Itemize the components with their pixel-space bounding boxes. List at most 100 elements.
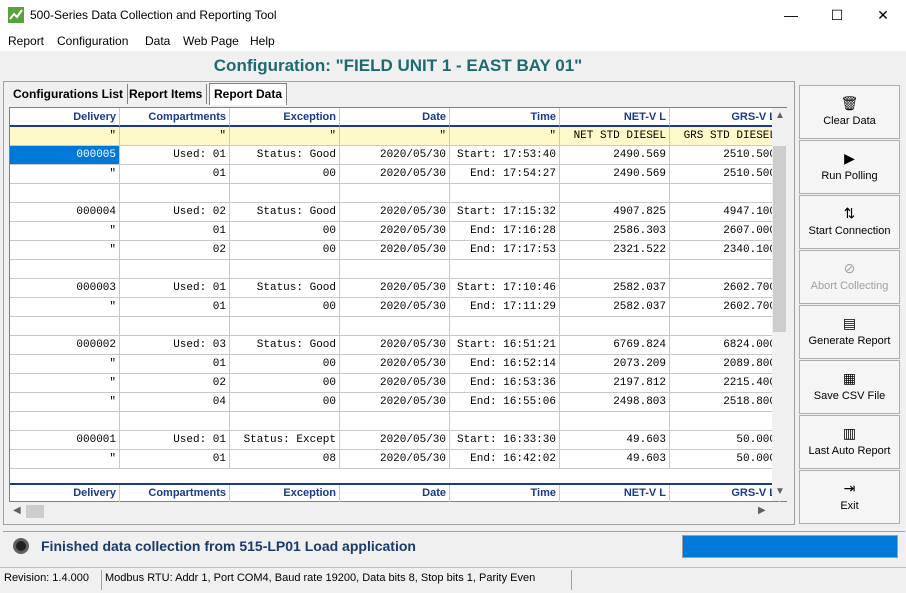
cell-compartments[interactable]: Used: 01 bbox=[120, 146, 230, 165]
cell-delivery[interactable]: 000002 bbox=[10, 336, 120, 355]
cell-exception[interactable]: 00 bbox=[230, 241, 340, 260]
cell-exception[interactable]: Status: Good bbox=[230, 336, 340, 355]
cell-time[interactable]: End: 17:11:29 bbox=[450, 298, 560, 317]
table-row[interactable]: 000003 Used: 01 Status: Good 2020/05/30 Star… bbox=[10, 279, 780, 298]
table-row[interactable] bbox=[10, 412, 780, 431]
tab-configurations-list[interactable]: Configurations List bbox=[9, 84, 128, 104]
cell-date[interactable]: 2020/05/30 bbox=[340, 336, 450, 355]
horizontal-scrollbar[interactable]: ◀ ▶ bbox=[9, 503, 772, 519]
cell-time[interactable]: Start: 16:33:30 bbox=[450, 431, 560, 450]
cell-exception[interactable]: 00 bbox=[230, 165, 340, 184]
maximize-button[interactable]: ☐ bbox=[814, 0, 860, 31]
cell-date[interactable] bbox=[340, 412, 450, 431]
cell-delivery[interactable]: " bbox=[10, 241, 120, 260]
cell-exception[interactable]: 00 bbox=[230, 222, 340, 241]
close-button[interactable]: ✕ bbox=[860, 0, 906, 31]
grid-subheader-row[interactable]: " " " " " NET STD DIESEL GRS STD DIESEL bbox=[10, 127, 780, 146]
cell-net-v[interactable] bbox=[560, 317, 670, 336]
scroll-down-icon[interactable]: ▼ bbox=[775, 486, 785, 497]
cell-compartments[interactable]: 02 bbox=[120, 374, 230, 393]
cell-exception[interactable] bbox=[230, 260, 340, 279]
horizontal-scroll-thumb[interactable] bbox=[26, 505, 44, 518]
cell-grs-v[interactable]: 2607.000 bbox=[670, 222, 780, 241]
cell-compartments[interactable]: Used: 01 bbox=[120, 279, 230, 298]
cell-date[interactable]: 2020/05/30 bbox=[340, 431, 450, 450]
cell-date[interactable]: 2020/05/30 bbox=[340, 393, 450, 412]
column-header-compartments[interactable]: Compartments bbox=[120, 108, 230, 127]
table-row[interactable] bbox=[10, 260, 780, 279]
cell-delivery[interactable]: " bbox=[10, 374, 120, 393]
cell-compartments[interactable]: 04 bbox=[120, 393, 230, 412]
grid-header-row[interactable]: Delivery Compartments Exception Date Time NET… bbox=[10, 108, 780, 127]
cell-net-v[interactable]: 2490.569 bbox=[560, 165, 670, 184]
scroll-left-icon[interactable]: ◀ bbox=[13, 505, 21, 516]
column-header-grs-v[interactable]: GRS-V L bbox=[670, 108, 780, 127]
cell-compartments[interactable]: Used: 01 bbox=[120, 431, 230, 450]
tab-report-data[interactable]: Report Data bbox=[209, 83, 288, 105]
table-row[interactable]: " 01 00 2020/05/30 End: 17:16:28 2586.303 2607… bbox=[10, 222, 780, 241]
cell-compartments[interactable]: 01 bbox=[120, 222, 230, 241]
cell-time[interactable]: End: 17:17:53 bbox=[450, 241, 560, 260]
menu-data[interactable]: Data bbox=[145, 34, 170, 48]
vertical-scroll-thumb[interactable] bbox=[773, 146, 786, 332]
cell-delivery[interactable]: " bbox=[10, 127, 120, 146]
cell-exception[interactable]: Status: Except bbox=[230, 431, 340, 450]
cell-grs-v[interactable]: 2518.800 bbox=[670, 393, 780, 412]
column-header-exception[interactable]: Exception bbox=[230, 108, 340, 127]
cell-exception[interactable]: 00 bbox=[230, 374, 340, 393]
clear-data-button[interactable]: 🗑 Clear Data bbox=[799, 85, 900, 139]
cell-delivery[interactable]: " bbox=[10, 165, 120, 184]
cell-exception[interactable] bbox=[230, 317, 340, 336]
generate-report-button[interactable]: ▤ Generate Report bbox=[799, 305, 900, 359]
cell-grs-v[interactable]: 2510.500 bbox=[670, 146, 780, 165]
cell-delivery[interactable]: 000005 bbox=[10, 146, 120, 165]
cell-net-v[interactable]: 2582.037 bbox=[560, 279, 670, 298]
table-row[interactable]: 000002 Used: 03 Status: Good 2020/05/30 Star… bbox=[10, 336, 780, 355]
cell-net-v[interactable]: 49.603 bbox=[560, 450, 670, 469]
cell-grs-v[interactable] bbox=[670, 184, 780, 203]
cell-net-v[interactable]: 2073.209 bbox=[560, 355, 670, 374]
scroll-up-icon[interactable]: ▲ bbox=[775, 110, 785, 121]
column-header-net-v[interactable]: NET-V L bbox=[560, 108, 670, 127]
table-row[interactable]: 000001 Used: 01 Status: Except 2020/05/30 St… bbox=[10, 431, 780, 450]
cell-grs-v[interactable]: 2340.100 bbox=[670, 241, 780, 260]
cell-grs-v[interactable]: 50.000 bbox=[670, 431, 780, 450]
cell-compartments[interactable] bbox=[120, 260, 230, 279]
cell-time[interactable]: " bbox=[450, 127, 560, 146]
save-csv-file-button[interactable]: ▦ Save CSV File bbox=[799, 360, 900, 414]
last-auto-report-button[interactable]: ▥ Last Auto Report bbox=[799, 415, 900, 469]
cell-net-v[interactable]: 2582.037 bbox=[560, 298, 670, 317]
column-header-date[interactable]: Date bbox=[340, 108, 450, 127]
cell-delivery[interactable]: 000004 bbox=[10, 203, 120, 222]
cell-compartments[interactable]: Used: 02 bbox=[120, 203, 230, 222]
cell-compartments[interactable] bbox=[120, 317, 230, 336]
table-row[interactable]: 000005 Used: 01 Status: Good 2020/05/30 Star… bbox=[10, 146, 780, 165]
cell-time[interactable]: End: 17:54:27 bbox=[450, 165, 560, 184]
exit-button[interactable]: ⇥ Exit bbox=[799, 470, 900, 524]
cell-delivery[interactable]: 000003 bbox=[10, 279, 120, 298]
cell-time[interactable]: End: 17:16:28 bbox=[450, 222, 560, 241]
vertical-scrollbar[interactable]: ▲ ▼ bbox=[772, 108, 787, 501]
cell-net-v[interactable]: 49.603 bbox=[560, 431, 670, 450]
cell-exception[interactable]: 00 bbox=[230, 298, 340, 317]
cell-net-v[interactable]: 2197.812 bbox=[560, 374, 670, 393]
cell-grs-v[interactable]: 2215.400 bbox=[670, 374, 780, 393]
cell-exception[interactable]: Status: Good bbox=[230, 279, 340, 298]
cell-time[interactable] bbox=[450, 412, 560, 431]
cell-time[interactable]: End: 16:55:06 bbox=[450, 393, 560, 412]
cell-grs-v[interactable] bbox=[670, 412, 780, 431]
cell-delivery[interactable] bbox=[10, 412, 120, 431]
cell-grs-v[interactable]: 6824.000 bbox=[670, 336, 780, 355]
start-connection-button[interactable]: ⇅ Start Connection bbox=[799, 195, 900, 249]
cell-date[interactable]: 2020/05/30 bbox=[340, 203, 450, 222]
table-row[interactable]: " 01 00 2020/05/30 End: 17:54:27 2490.569 2510… bbox=[10, 165, 780, 184]
table-row[interactable]: " 04 00 2020/05/30 End: 16:55:06 2498.803 2518… bbox=[10, 393, 780, 412]
menu-help[interactable]: Help bbox=[250, 34, 275, 48]
cell-time[interactable]: Start: 17:10:46 bbox=[450, 279, 560, 298]
cell-grs-v[interactable] bbox=[670, 260, 780, 279]
cell-date[interactable]: 2020/05/30 bbox=[340, 165, 450, 184]
cell-compartments[interactable]: 01 bbox=[120, 355, 230, 374]
menu-configuration[interactable]: Configuration bbox=[57, 34, 128, 48]
cell-grs-v[interactable]: GRS STD DIESEL bbox=[670, 127, 780, 146]
cell-net-v[interactable]: 2586.303 bbox=[560, 222, 670, 241]
